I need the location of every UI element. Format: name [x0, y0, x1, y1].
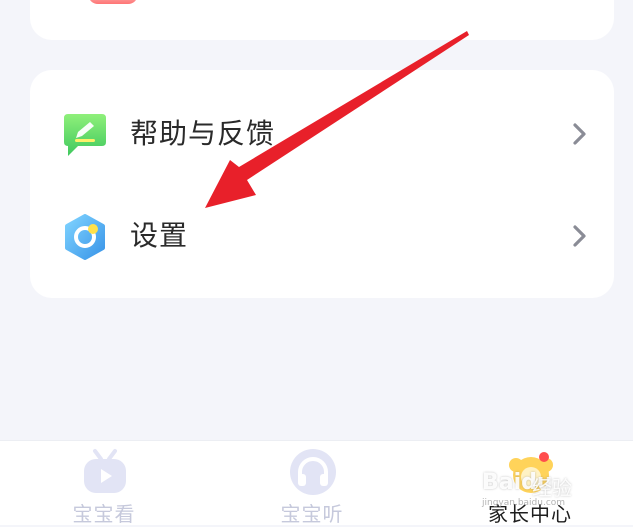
top-card-partial	[30, 0, 614, 40]
tab-baby-watch[interactable]: 宝宝看	[24, 441, 184, 526]
tv-icon	[84, 449, 126, 493]
chevron-right-icon	[573, 123, 586, 145]
parent-center-icon	[509, 452, 553, 493]
menu-item-label: 设置	[130, 219, 189, 252]
bottom-tab-bar: 宝宝看 宝宝听 家长中心	[0, 440, 633, 526]
tab-label: 宝宝听	[280, 502, 344, 526]
tab-label: 家长中心	[488, 502, 572, 526]
tab-label: 宝宝看	[72, 502, 136, 526]
menu-card: 帮助与反馈 设置	[30, 70, 614, 298]
menu-item-help-feedback[interactable]: 帮助与反馈	[30, 84, 614, 184]
feedback-chat-icon	[64, 114, 106, 156]
headphones-icon	[290, 449, 336, 495]
chevron-right-icon	[573, 225, 586, 247]
settings-hexagon-icon	[65, 214, 105, 260]
menu-item-label: 帮助与反馈	[130, 117, 276, 150]
tab-parent-center[interactable]: 家长中心	[450, 441, 610, 526]
partial-icon	[88, 0, 138, 4]
menu-item-settings[interactable]: 设置	[30, 186, 614, 286]
tab-baby-listen[interactable]: 宝宝听	[232, 441, 392, 526]
